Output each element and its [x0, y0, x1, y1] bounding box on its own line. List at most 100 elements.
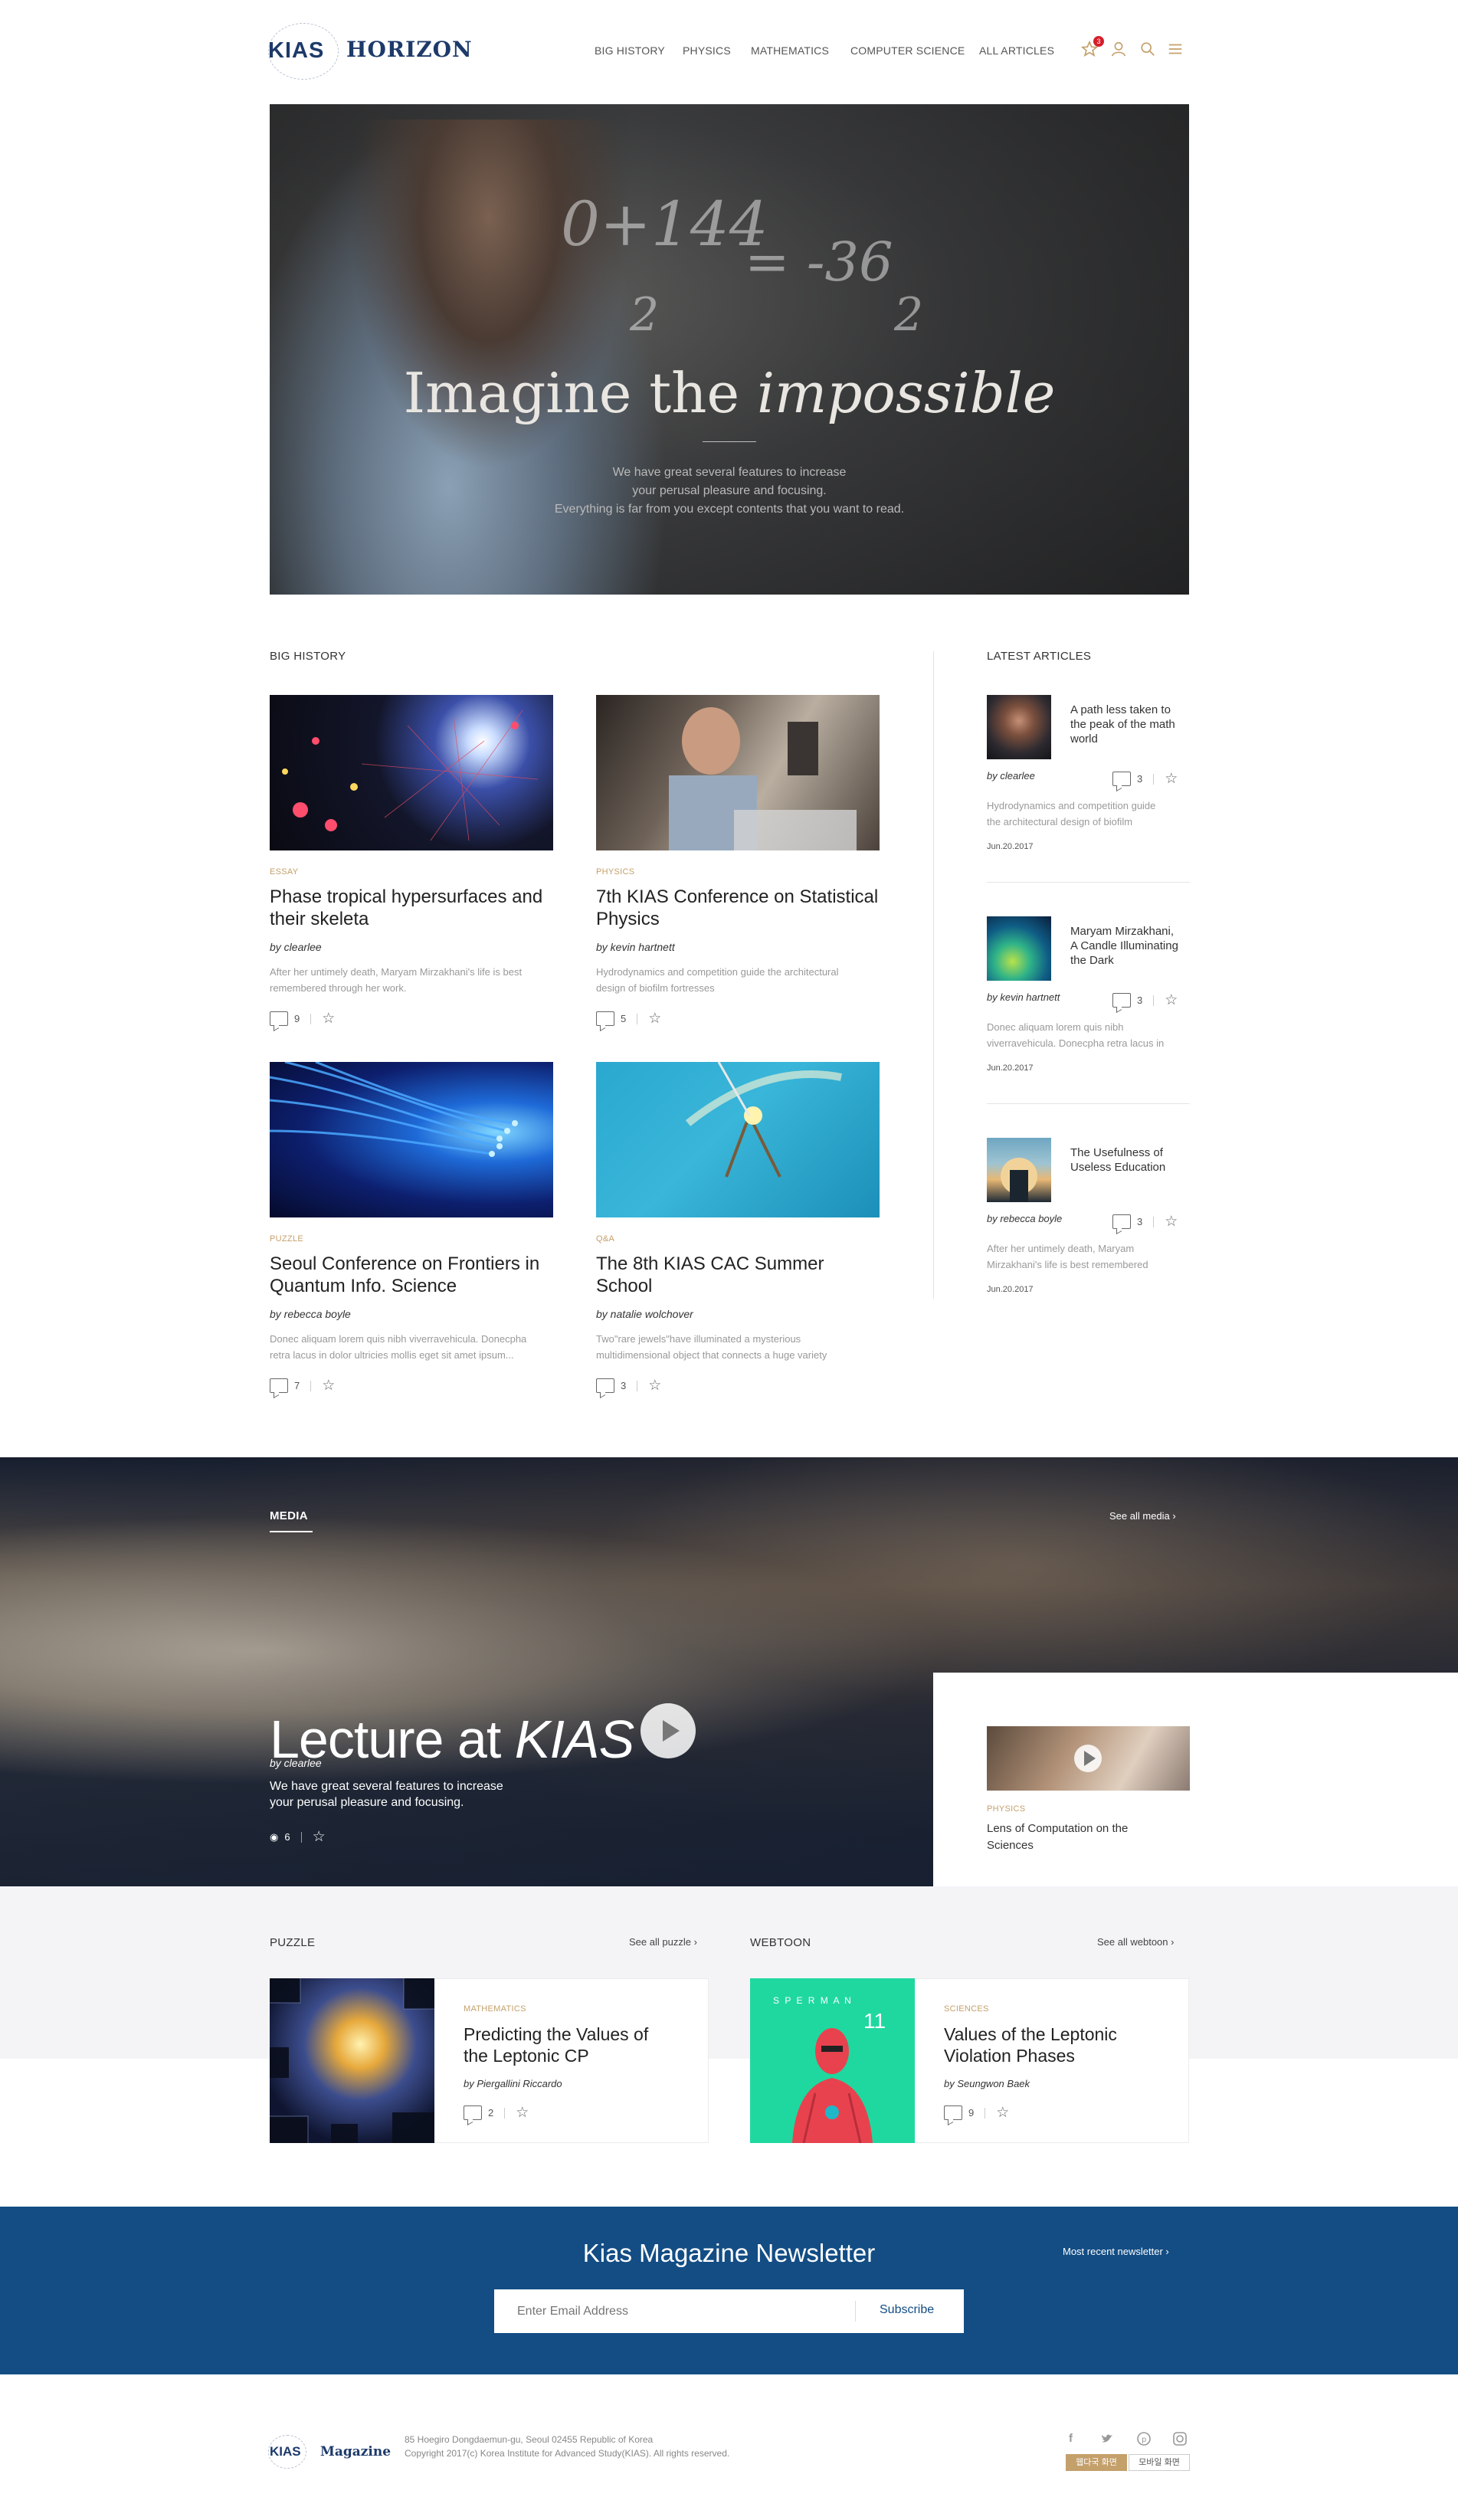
webtoon-art-text: S P E R M A N [773, 1995, 853, 2006]
media-title[interactable]: Lecture at KIAS [270, 1709, 634, 1770]
comment-icon[interactable] [944, 2105, 962, 2120]
latest-title[interactable]: The Usefulness of Useless Education [1070, 1145, 1197, 1175]
see-all-media-link[interactable]: See all media › [1109, 1510, 1176, 1522]
media-side-thumb[interactable] [987, 1726, 1190, 1791]
comment-count: 9 [294, 1013, 300, 1024]
comment-icon[interactable] [596, 1378, 614, 1393]
puzzle-title[interactable]: Predicting the Values of the Leptonic CP [464, 2024, 648, 2066]
star-icon[interactable]: ☆ [648, 1010, 661, 1027]
card-category[interactable]: ESSAY [270, 867, 298, 877]
recent-newsletter-link[interactable]: Most recent newsletter › [1063, 2246, 1169, 2257]
card-title[interactable]: Phase tropical hypersurfaces and their sk… [270, 886, 553, 930]
latest-separator [987, 882, 1190, 883]
latest-byline[interactable]: by kevin hartnett [987, 991, 1060, 1003]
twitter-icon[interactable] [1100, 2433, 1114, 2445]
comment-icon[interactable] [1112, 772, 1131, 786]
footer-logo-magazine[interactable]: Magazine [320, 2444, 391, 2459]
card-category[interactable]: PHYSICS [596, 867, 634, 877]
footer-logo-kias[interactable]: KIAS [270, 2444, 301, 2459]
star-icon[interactable]: ☆ [516, 2104, 529, 2122]
latest-date: Jun.20.2017 [987, 1063, 1034, 1073]
card-meta: 7 ☆ [270, 1377, 335, 1394]
card-meta: 3 ☆ [596, 1377, 661, 1394]
media-side-category[interactable]: PHYSICS [987, 1804, 1025, 1814]
desktop-view-button[interactable]: 웹다국 화면 [1066, 2454, 1127, 2471]
comment-icon[interactable] [464, 2105, 482, 2120]
user-icon[interactable] [1110, 41, 1127, 57]
card-image-bulb[interactable] [596, 1062, 880, 1217]
email-input[interactable] [494, 2289, 854, 2333]
card-meta: 5 ☆ [596, 1010, 661, 1027]
card-byline[interactable]: by rebecca boyle [270, 1308, 351, 1320]
webtoon-category[interactable]: SCIENCES [944, 2004, 989, 2014]
puzzle-category[interactable]: MATHEMATICS [464, 2004, 526, 2014]
latest-thumb[interactable] [987, 916, 1051, 981]
latest-date: Jun.20.2017 [987, 1285, 1034, 1294]
webtoon-meta: 9 ☆ [944, 2104, 1009, 2122]
nav-computer-science[interactable]: COMPUTER SCIENCE [850, 44, 965, 57]
nav-big-history[interactable]: BIG HISTORY [595, 44, 665, 57]
latest-title[interactable]: Maryam Mirzakhani, A Candle Illuminating t… [1070, 924, 1197, 968]
latest-date: Jun.20.2017 [987, 842, 1034, 851]
nav-physics[interactable]: PHYSICS [683, 44, 731, 57]
star-icon[interactable]: ☆ [1165, 991, 1178, 1009]
latest-thumb[interactable] [987, 695, 1051, 759]
nav-mathematics[interactable]: MATHEMATICS [751, 44, 829, 57]
star-icon[interactable]: ☆ [1165, 1213, 1178, 1231]
star-icon[interactable]: ☆ [1165, 770, 1178, 788]
see-all-webtoon-link[interactable]: See all webtoon › [1097, 1936, 1174, 1948]
comment-icon[interactable] [270, 1378, 288, 1393]
latest-title[interactable]: A path less taken to the peak of the math… [1070, 703, 1197, 746]
webtoon-byline[interactable]: by Seungwon Baek [944, 2078, 1030, 2089]
puzzle-byline[interactable]: by Piergallini Riccardo [464, 2078, 562, 2089]
latest-excerpt: Hydrodynamics and competition guide the a… [987, 800, 1156, 827]
facebook-icon[interactable]: f [1069, 2432, 1073, 2445]
card-image-researcher[interactable] [596, 695, 880, 850]
logo-kias[interactable]: KIAS [268, 38, 324, 64]
nav-all-articles[interactable]: ALL ARTICLES [979, 44, 1054, 57]
pinterest-icon[interactable]: p [1137, 2432, 1151, 2446]
footer-address: 85 Hoegiro Dongdaemun-gu, Seoul 02455 Re… [405, 2434, 654, 2445]
webtoon-title[interactable]: Values of the Leptonic Violation Phases [944, 2024, 1117, 2066]
media-description: We have great several features to increa… [270, 1780, 503, 1809]
mobile-view-button[interactable]: 모바일 화면 [1129, 2454, 1190, 2471]
star-icon[interactable]: ☆ [648, 1377, 661, 1394]
latest-meta: 3 ☆ [1112, 991, 1178, 1009]
media-side-title[interactable]: Lens of Computation on the Sciences [987, 1820, 1128, 1854]
latest-byline[interactable]: by clearlee [987, 770, 1035, 782]
instagram-icon[interactable] [1173, 2432, 1187, 2446]
comment-icon[interactable] [1112, 1214, 1131, 1229]
card-category[interactable]: Q&A [596, 1234, 614, 1244]
star-icon[interactable]: ☆ [322, 1377, 335, 1394]
comment-icon[interactable] [1112, 993, 1131, 1008]
comment-icon[interactable] [596, 1011, 614, 1026]
comment-icon[interactable] [270, 1011, 288, 1026]
star-icon[interactable]: ☆ [313, 1828, 326, 1846]
subscribe-button[interactable]: Subscribe [880, 2303, 934, 2317]
card-category[interactable]: PUZZLE [270, 1234, 303, 1244]
card-title[interactable]: Seoul Conference on Frontiers in Quantum … [270, 1253, 553, 1297]
puzzle-image[interactable] [270, 1978, 434, 2143]
card-byline[interactable]: by natalie wolchover [596, 1308, 693, 1320]
see-all-puzzle-link[interactable]: See all puzzle › [629, 1936, 697, 1948]
webtoon-image[interactable]: S P E R M A N 11 [750, 1978, 915, 2143]
comment-count: 5 [621, 1013, 627, 1024]
media-byline[interactable]: by clearlee [270, 1757, 322, 1769]
card-image-fiber[interactable] [270, 1062, 553, 1217]
card-image-network[interactable] [270, 695, 553, 850]
card-title[interactable]: 7th KIAS Conference on Statistical Physic… [596, 886, 880, 930]
latest-thumb[interactable] [987, 1138, 1051, 1202]
star-icon[interactable]: ☆ [322, 1010, 335, 1027]
card-byline[interactable]: by clearlee [270, 941, 322, 953]
menu-icon[interactable] [1167, 41, 1184, 57]
footer-copyright: Copyright 2017(c) Korea Institute for Ad… [405, 2448, 730, 2459]
card-title[interactable]: The 8th KIAS CAC Summer School [596, 1253, 880, 1297]
comment-count: 3 [1137, 1216, 1143, 1227]
card-byline[interactable]: by kevin hartnett [596, 941, 675, 953]
latest-byline[interactable]: by rebecca boyle [987, 1213, 1062, 1224]
play-button[interactable] [641, 1703, 696, 1758]
logo-horizon[interactable]: HORIZON [346, 37, 473, 62]
hero-line-1: We have great several features to increa… [612, 466, 847, 479]
search-icon[interactable] [1139, 41, 1156, 57]
star-icon[interactable]: ☆ [996, 2104, 1009, 2122]
